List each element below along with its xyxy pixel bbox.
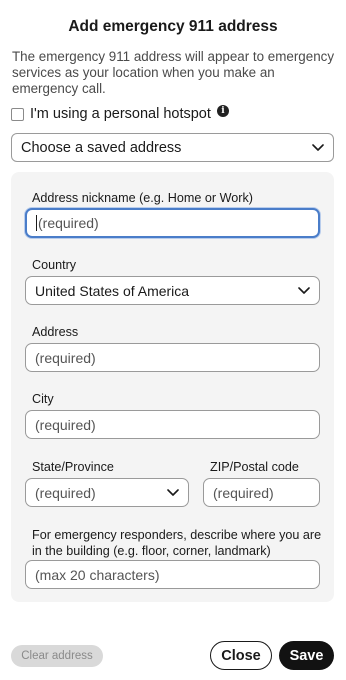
state-value: (required) bbox=[35, 484, 96, 501]
dialog-title: Add emergency 911 address bbox=[68, 18, 278, 35]
nickname-placeholder: (required) bbox=[38, 215, 99, 231]
save-button[interactable]: Save bbox=[279, 641, 334, 670]
chevron-down-icon bbox=[167, 488, 179, 496]
city-input[interactable]: (required) bbox=[25, 410, 320, 439]
state-select[interactable]: (required) bbox=[25, 478, 189, 507]
clear-address-button[interactable]: Clear address bbox=[11, 645, 103, 667]
country-value: United States of America bbox=[35, 282, 190, 299]
location-description-placeholder: (max 20 characters) bbox=[35, 566, 160, 583]
zip-input[interactable]: (required) bbox=[203, 478, 320, 507]
close-button[interactable]: Close bbox=[210, 641, 272, 670]
address-placeholder: (required) bbox=[35, 349, 96, 366]
country-label: Country bbox=[32, 258, 77, 272]
address-form-panel: Address nickname (e.g. Home or Work) (re… bbox=[11, 172, 334, 602]
country-select[interactable]: United States of America bbox=[25, 276, 320, 305]
city-label: City bbox=[32, 392, 54, 406]
nickname-label: Address nickname (e.g. Home or Work) bbox=[32, 191, 253, 205]
hotspot-checkbox[interactable] bbox=[11, 107, 24, 121]
nickname-input[interactable]: (required) bbox=[25, 208, 320, 238]
chevron-down-icon bbox=[312, 143, 324, 151]
city-placeholder: (required) bbox=[35, 416, 96, 433]
saved-address-select[interactable]: Choose a saved address bbox=[11, 133, 334, 162]
hotspot-label[interactable]: I'm using a personal hotspot bbox=[30, 106, 211, 122]
location-description-input[interactable]: (max 20 characters) bbox=[25, 560, 320, 589]
zip-placeholder: (required) bbox=[213, 484, 274, 501]
address-input[interactable]: (required) bbox=[25, 343, 320, 372]
info-icon[interactable]: i bbox=[216, 105, 229, 117]
location-description-label: For emergency responders, describe where… bbox=[32, 528, 322, 558]
hotspot-row: I'm using a personal hotspot i bbox=[11, 104, 229, 124]
text-caret bbox=[36, 215, 37, 231]
zip-label: ZIP/Postal code bbox=[210, 460, 299, 474]
address-label: Address bbox=[32, 325, 79, 339]
dialog-description: The emergency 911 address will appear to… bbox=[12, 49, 335, 96]
state-label: State/Province bbox=[32, 460, 114, 474]
chevron-down-icon bbox=[298, 286, 310, 294]
saved-address-value: Choose a saved address bbox=[21, 139, 182, 156]
